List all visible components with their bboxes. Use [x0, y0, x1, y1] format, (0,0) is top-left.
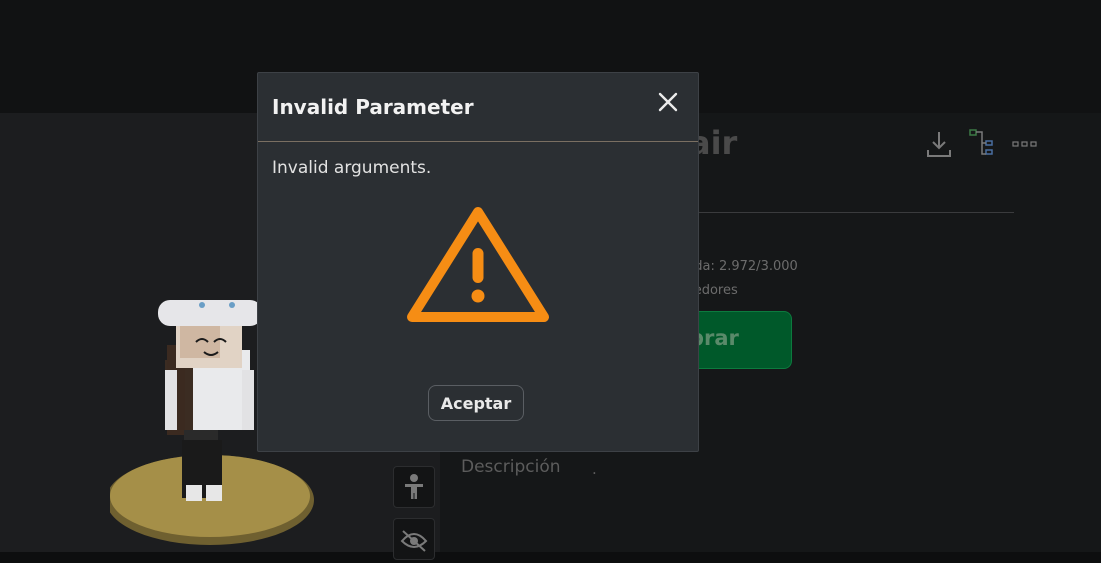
dialog-divider	[258, 141, 698, 142]
quantity-info: nda: 2.972/3.000	[686, 259, 798, 274]
hierarchy-icon[interactable]	[968, 128, 998, 160]
avatar-view-button[interactable]	[393, 466, 435, 508]
person-icon	[405, 474, 423, 499]
description-value: .	[592, 460, 597, 478]
dialog-title: Invalid Parameter	[272, 95, 474, 119]
accept-button[interactable]: Aceptar	[428, 385, 524, 421]
title-divider	[678, 212, 1014, 213]
warning-triangle-icon	[407, 207, 549, 322]
close-icon[interactable]	[653, 87, 683, 117]
eye-off-icon	[400, 530, 428, 552]
more-options-icon[interactable]	[1010, 128, 1040, 160]
dialog-message: Invalid arguments.	[272, 158, 432, 178]
error-dialog: Invalid Parameter Invalid arguments. Ace…	[257, 72, 699, 452]
hide-accessories-button[interactable]	[393, 518, 435, 560]
download-icon[interactable]	[924, 128, 954, 160]
description-label: Descripción	[461, 457, 561, 477]
